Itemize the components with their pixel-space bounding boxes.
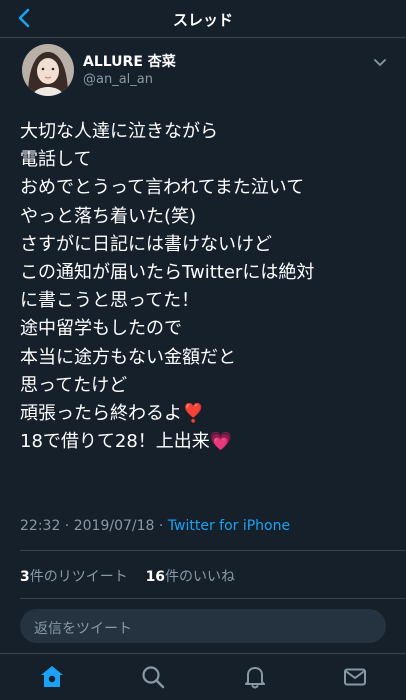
retweets-label: 件のリツイート [29,569,128,585]
tweet-line: さすがに日記には書けないけど [20,233,272,255]
tweet-line: 思ってたけど [20,374,128,396]
header-bar: スレッド [0,0,406,38]
retweets-count: 3 [20,569,30,585]
chevron-down-icon [374,59,386,66]
tweet-line: やっと落ち着いた(笑) [20,205,197,227]
tweet-time: 22:32 [20,518,61,534]
meta-separator: · [60,518,74,534]
tweet-line: 電話して [20,149,92,171]
bell-icon [245,667,265,689]
likes-stat[interactable]: 16件のいいね [146,569,235,585]
home-icon [41,666,63,687]
author-handle[interactable]: @an_al_an [83,72,153,87]
tab-search[interactable] [140,664,166,690]
likes-label: 件のいいね [165,569,236,585]
engagement-stats: 3件のリツイート 16件のいいね [20,566,235,586]
tweet-line: 本当に途方もない金額だと [20,346,236,368]
tab-notifications[interactable] [242,664,268,690]
search-icon [142,666,165,689]
tweet-line: 大切な人達に泣きながら [20,121,218,142]
tweet-line: 18で借りて28！上出来💗 [20,431,233,453]
mail-icon [344,668,366,686]
more-options-button[interactable] [372,54,388,66]
likes-count: 16 [145,569,166,585]
tweet-line: に書こうと思ってた！ [20,290,200,312]
avatar-photo [22,44,74,96]
meta-separator: · [154,518,168,534]
tweet-line: 頑張ったら終わるよ❣️ [20,403,205,425]
reply-input[interactable]: 返信をツイート [20,609,386,643]
tweet-line: 途中留学もしたので [20,318,182,340]
tweet-text: 大切な人達に泣きながら 電話しておめでとうって言われてまた泣いて やっと落ち着いた(… [20,118,400,456]
tab-home[interactable] [39,664,65,690]
tweet-date: 2019/07/18 [73,518,155,534]
tweet-meta: 22:32 · 2019/07/18 · Twitter for iPhone [20,518,290,534]
retweets-stat[interactable]: 3件のリツイート [20,569,128,585]
tweet-source-link[interactable]: Twitter for iPhone [168,518,290,534]
tweet-line: この通知が届いたらTwitterには絶対 [20,262,315,284]
author-name[interactable]: ALLURE 杏菜 [83,51,176,71]
page-title: スレッド [172,11,233,29]
tweet-line: おめでとうって言われてまた泣いて [20,177,305,199]
divider [20,598,406,599]
bottom-tab-bar [0,653,406,700]
avatar[interactable] [22,44,74,96]
tab-messages[interactable] [342,664,368,690]
divider [20,550,406,551]
